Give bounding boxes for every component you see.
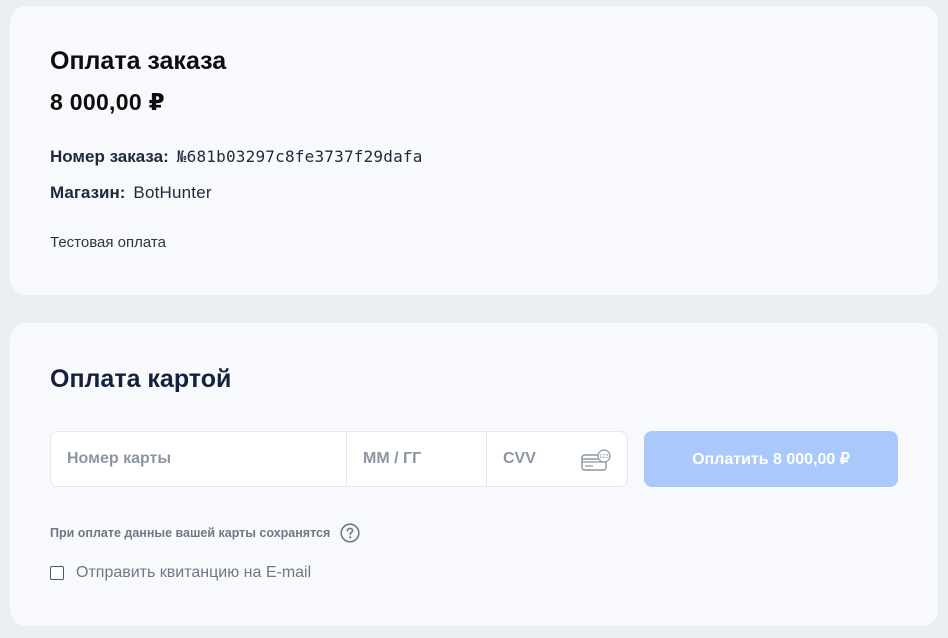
- shop-value: BotHunter: [133, 183, 212, 202]
- order-summary-card: Оплата заказа 8 000,00 ₽ Номер заказа: №6…: [10, 6, 938, 295]
- payment-title: Оплата картой: [50, 365, 232, 393]
- card-number-field[interactable]: [51, 432, 347, 486]
- order-number-value: №681b03297c8fe3737f29dafa: [176, 147, 423, 166]
- order-title: Оплата заказа: [50, 47, 227, 75]
- card-number-input[interactable]: [51, 432, 346, 486]
- card-payment-card: Оплата картой 123 Оплатить 8 000,00 ₽: [10, 323, 938, 626]
- shop-label: Магазин:: [50, 183, 126, 202]
- pay-button[interactable]: Оплатить 8 000,00 ₽: [644, 431, 898, 487]
- order-description: Тестовая оплата: [50, 234, 166, 251]
- question-circle-icon[interactable]: [340, 523, 360, 543]
- expiry-field[interactable]: [347, 432, 487, 486]
- cvv-field[interactable]: 123: [487, 432, 627, 486]
- email-receipt-checkbox[interactable]: [50, 566, 64, 580]
- order-number-label: Номер заказа:: [50, 147, 169, 166]
- svg-text:123: 123: [599, 454, 609, 460]
- email-receipt-label: Отправить квитанцию на E-mail: [76, 564, 312, 581]
- email-receipt-option[interactable]: Отправить квитанцию на E-mail: [50, 564, 311, 582]
- card-save-note-text: При оплате данные вашей карты сохранятся: [50, 526, 331, 540]
- order-amount: 8 000,00 ₽: [50, 89, 165, 115]
- card-input-group: 123: [50, 431, 628, 487]
- card-cvv-icon: 123: [581, 449, 611, 471]
- order-number-row: Номер заказа: №681b03297c8fe3737f29dafa: [50, 147, 423, 167]
- shop-row: Магазин: BotHunter: [50, 183, 212, 203]
- card-save-note: При оплате данные вашей карты сохранятся: [50, 523, 360, 543]
- expiry-input[interactable]: [347, 432, 486, 486]
